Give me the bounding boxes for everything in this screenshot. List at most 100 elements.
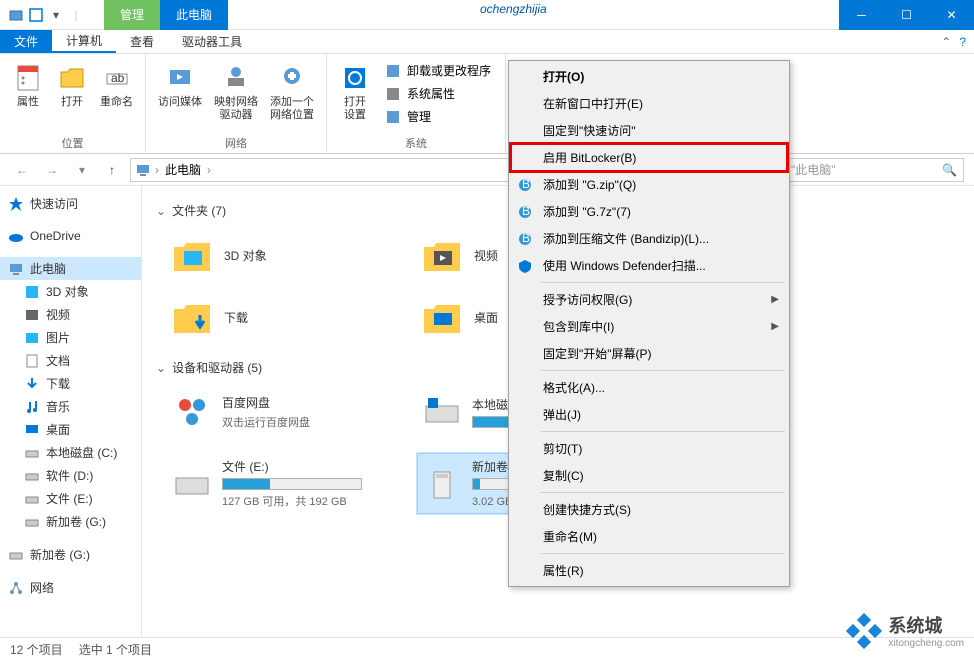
sidebar-onedrive[interactable]: OneDrive [0, 225, 141, 247]
ribbon-group-network: 网络 [154, 133, 318, 151]
sidebar-pictures[interactable]: 图片 [0, 326, 141, 349]
ribbon-properties[interactable]: 属性 [8, 58, 48, 133]
sidebar-3dobjects[interactable]: 3D 对象 [0, 280, 141, 303]
chevron-right-icon: ▶ [771, 321, 779, 332]
context-menu: 打开(O) 在新窗口中打开(E) 固定到"快速访问" 启用 BitLocker(… [508, 60, 790, 587]
ctx-rename[interactable]: 重命名(M) [511, 523, 787, 550]
ribbon-uninstall[interactable]: 卸载或更改程序 [381, 60, 495, 81]
search-icon: 🔍 [942, 163, 957, 177]
breadcrumb-thispc[interactable]: 此电脑 [163, 161, 203, 178]
ctx-pin-quick[interactable]: 固定到"快速访问" [511, 117, 787, 144]
ctx-copy[interactable]: 复制(C) [511, 462, 787, 489]
ctx-separator [541, 553, 785, 554]
ctx-properties[interactable]: 属性(R) [511, 557, 787, 584]
watermark: 系统城 xitongcheng.com [846, 612, 964, 649]
ribbon-open[interactable]: 打开 [52, 58, 92, 133]
ribbon-sysprops[interactable]: 系统属性 [381, 83, 495, 104]
svg-text:B: B [522, 204, 530, 218]
window-maximize[interactable]: ☐ [884, 0, 929, 30]
ctx-open[interactable]: 打开(O) [511, 63, 787, 90]
tab-thispc-title[interactable]: 此电脑 [160, 0, 228, 30]
status-selected: 选中 1 个项目 [79, 641, 152, 658]
ctx-separator [541, 282, 785, 283]
pc-icon [135, 162, 151, 178]
sidebar-softd[interactable]: 软件 (D:) [0, 464, 141, 487]
sidebar-volg[interactable]: 新加卷 (G:) [0, 510, 141, 533]
chevron-right-icon: ▶ [771, 294, 779, 305]
ribbon-rename[interactable]: ab 重命名 [96, 58, 137, 133]
menu-tabs: 文件 计算机 查看 驱动器工具 ⌃ ? [0, 30, 974, 54]
sidebar-documents[interactable]: 文档 [0, 349, 141, 372]
app-icon [8, 7, 24, 23]
addressbar: ← → ▾ ↑ › 此电脑 › ⟳ "此电脑" 🔍 [0, 154, 974, 186]
sidebar-quick-access[interactable]: 快速访问 [0, 192, 141, 215]
nav-back[interactable]: ← [10, 158, 34, 182]
svg-text:B: B [522, 177, 530, 191]
chevron-right-icon[interactable]: › [155, 163, 159, 177]
sidebar-volg2[interactable]: 新加卷 (G:) [0, 543, 141, 566]
chevron-right-icon[interactable]: › [207, 163, 211, 177]
help-icon[interactable]: ? [959, 35, 966, 49]
ctx-bitlocker[interactable]: 启用 BitLocker(B) [511, 144, 787, 171]
sidebar-thispc[interactable]: 此电脑 [0, 257, 141, 280]
ctx-separator [541, 431, 785, 432]
sidebar-downloads[interactable]: 下载 [0, 372, 141, 395]
ribbon-access-media[interactable]: 访问媒体 [154, 58, 206, 133]
ribbon: 属性 打开 ab 重命名 位置 访问媒体 映射网络 驱动器 [0, 54, 974, 154]
qat-properties-icon[interactable] [28, 7, 44, 23]
sidebar-videos[interactable]: 视频 [0, 303, 141, 326]
svg-text:ab: ab [111, 71, 125, 85]
svg-text:B: B [522, 231, 530, 245]
drive-docse[interactable]: 文件 (E:) 127 GB 可用，共 192 GB [166, 452, 396, 515]
ribbon-map-drive[interactable]: 映射网络 驱动器 [210, 58, 262, 133]
ctx-open-new[interactable]: 在新窗口中打开(E) [511, 90, 787, 117]
qat-sep: | [68, 7, 84, 23]
menutab-drivetools[interactable]: 驱动器工具 [168, 30, 256, 53]
qat-dropdown-icon[interactable]: ▾ [48, 7, 64, 23]
watermark-title: 系统城 [888, 612, 964, 638]
sidebar-music[interactable]: 音乐 [0, 395, 141, 418]
nav-forward: → [40, 158, 64, 182]
ribbon-group-location: 位置 [8, 133, 137, 151]
sidebar-desktop[interactable]: 桌面 [0, 418, 141, 441]
ctx-add-archive[interactable]: B添加到压缩文件 (Bandizip)(L)... [511, 225, 787, 252]
ctx-pin-start[interactable]: 固定到"开始"屏幕(P) [511, 340, 787, 367]
drive-baidu[interactable]: 百度网盘 双击运行百度网盘 [166, 386, 396, 438]
ribbon-group-system: 系统 [335, 133, 497, 151]
ctx-shortcut[interactable]: 创建快捷方式(S) [511, 496, 787, 523]
window-close[interactable]: ✕ [929, 0, 974, 30]
menutab-file[interactable]: 文件 [0, 30, 52, 53]
watermark-logo-icon [846, 613, 882, 649]
nav-up[interactable]: ↑ [100, 158, 124, 182]
ctx-separator [541, 492, 785, 493]
ctx-eject[interactable]: 弹出(J) [511, 401, 787, 428]
statusbar: 12 个项目 选中 1 个项目 [0, 637, 974, 661]
sidebar-docse[interactable]: 文件 (E:) [0, 487, 141, 510]
title-subtitle: ochengzhijia [480, 2, 547, 16]
ctx-defender[interactable]: 使用 Windows Defender扫描... [511, 252, 787, 279]
sidebar-network[interactable]: 网络 [0, 576, 141, 599]
ctx-cut[interactable]: 剪切(T) [511, 435, 787, 462]
ribbon-manage[interactable]: 管理 [381, 106, 495, 127]
sidebar: 快速访问 OneDrive 此电脑 3D 对象 视频 图片 文档 下载 音乐 桌… [0, 186, 142, 637]
window-minimize[interactable]: ─ [839, 0, 884, 30]
folder-3dobjects[interactable]: 3D 对象 [166, 229, 386, 281]
search-input[interactable]: "此电脑" 🔍 [784, 158, 964, 182]
ctx-add-gzip[interactable]: B添加到 "G.zip"(Q) [511, 171, 787, 198]
ctx-format[interactable]: 格式化(A)... [511, 374, 787, 401]
sidebar-localc[interactable]: 本地磁盘 (C:) [0, 441, 141, 464]
folder-downloads[interactable]: 下载 [166, 291, 386, 343]
ribbon-open-settings[interactable]: 打开 设置 [335, 58, 375, 133]
chevron-down-icon: ⌄ [156, 361, 166, 375]
menutab-view[interactable]: 查看 [116, 30, 168, 53]
chevron-down-icon: ⌄ [156, 204, 166, 218]
search-placeholder: "此电脑" [791, 161, 836, 178]
ribbon-collapse-icon[interactable]: ⌃ [941, 35, 951, 49]
nav-recent[interactable]: ▾ [70, 158, 94, 182]
ctx-add-g7z[interactable]: B添加到 "G.7z"(7) [511, 198, 787, 225]
tab-manage[interactable]: 管理 [104, 0, 160, 30]
ctx-include-lib[interactable]: 包含到库中(I)▶ [511, 313, 787, 340]
menutab-computer[interactable]: 计算机 [52, 30, 116, 53]
ribbon-add-location[interactable]: 添加一个 网络位置 [266, 58, 318, 133]
ctx-grant-access[interactable]: 授予访问权限(G)▶ [511, 286, 787, 313]
